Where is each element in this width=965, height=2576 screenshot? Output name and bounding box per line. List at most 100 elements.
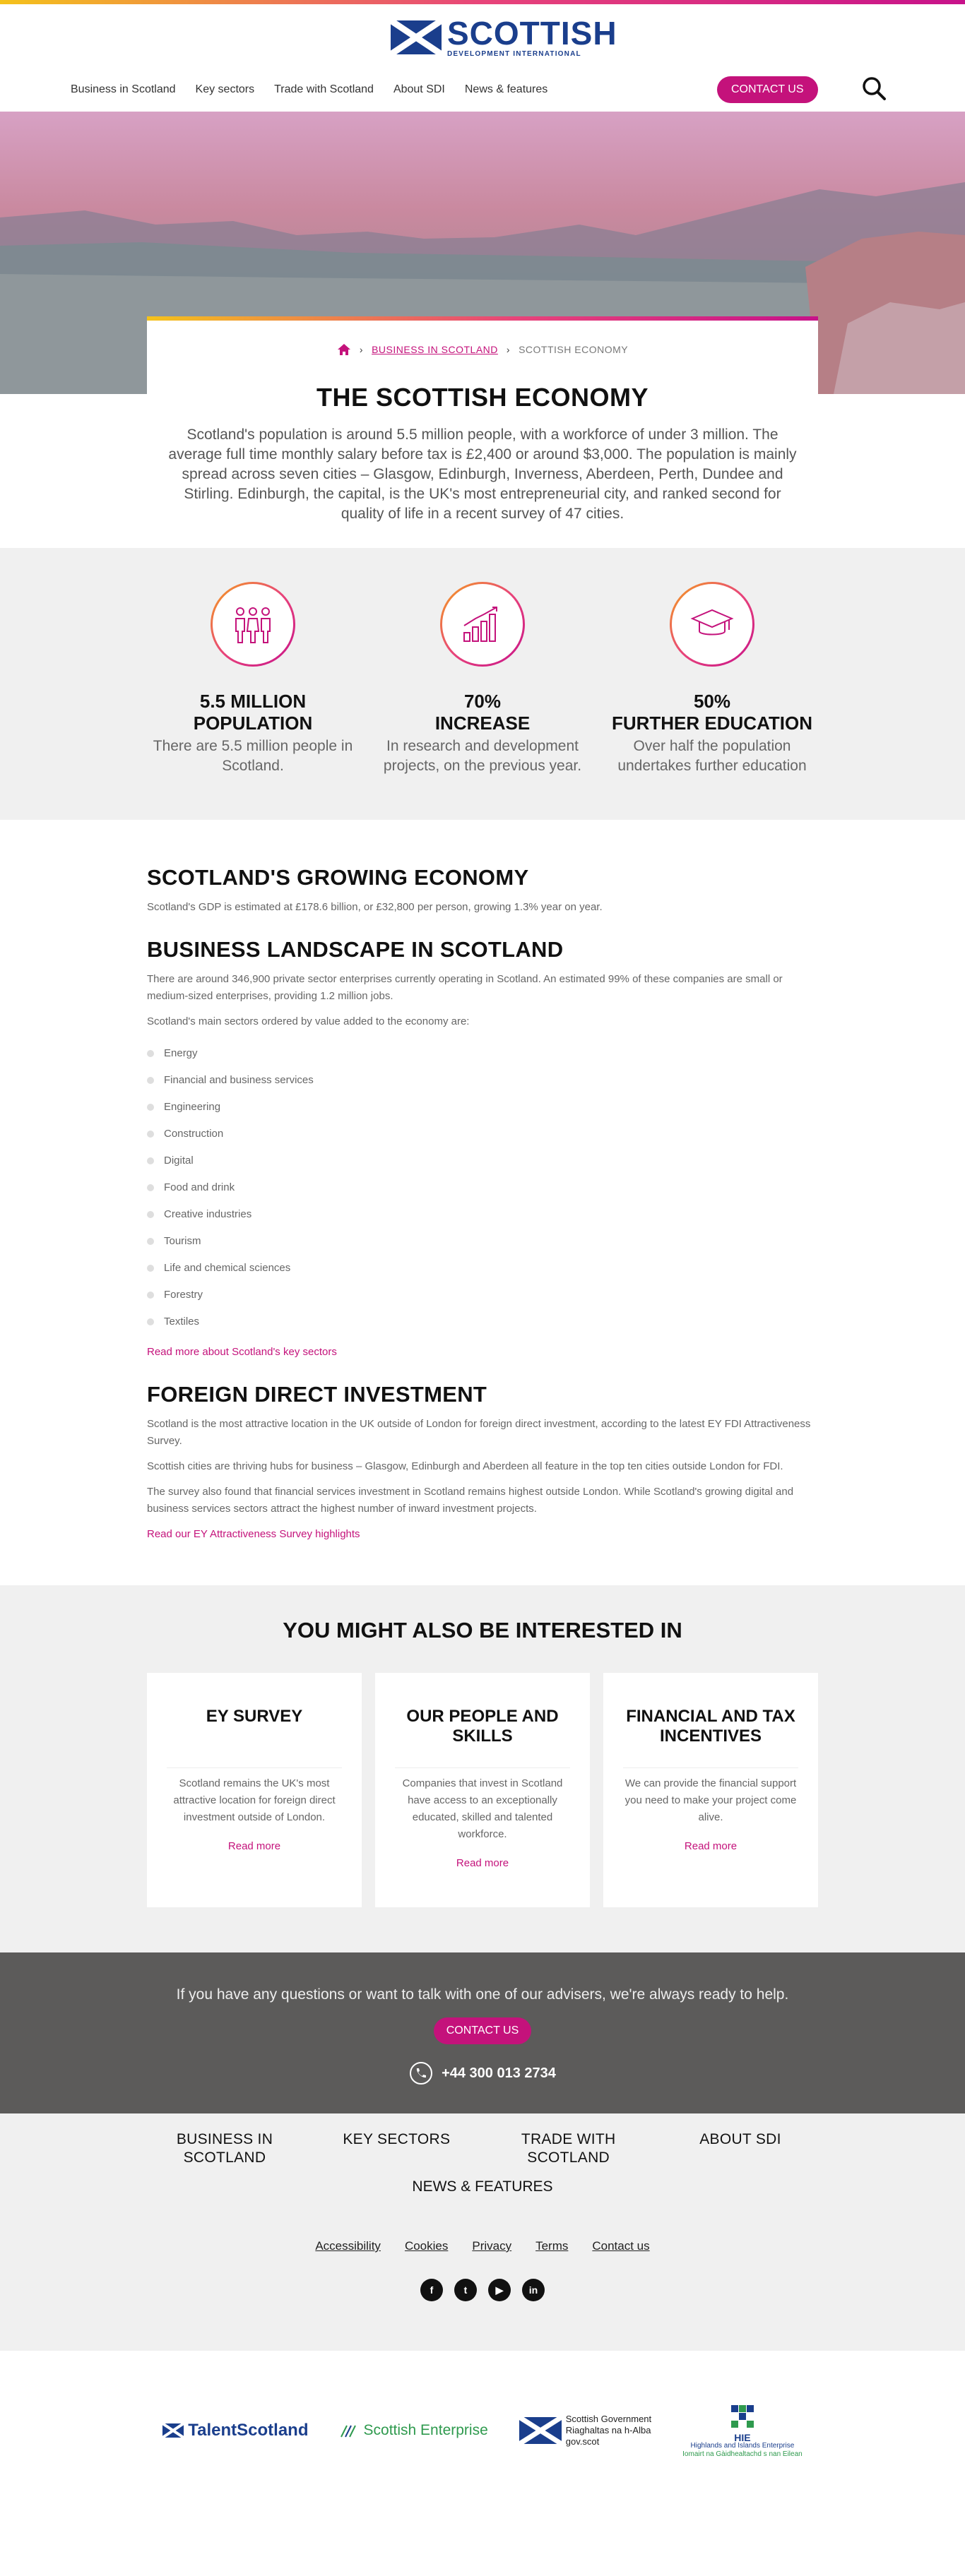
footer-nav-business[interactable]: BUSINESS IN SCOTLAND xyxy=(147,2130,302,2167)
stat-label: INCREASE xyxy=(434,712,531,734)
card-title: EY SURVEY xyxy=(206,1707,303,1726)
related-card-ey-survey[interactable]: EY SURVEY Scotland remains the UK's most… xyxy=(147,1673,362,1907)
site-header: SCOTTISH DEVELOPMENT INTERNATIONAL Busin… xyxy=(0,4,965,112)
fdi-paragraph-3: The survey also found that financial ser… xyxy=(147,1486,794,1515)
related-card-incentives[interactable]: FINANCIAL AND TAX INCENTIVES We can prov… xyxy=(603,1673,818,1907)
stats-section: 5.5 MILLION POPULATION There are 5.5 mil… xyxy=(0,548,965,820)
card-title: OUR PEOPLE AND SKILLS xyxy=(406,1707,559,1746)
related-section: YOU MIGHT ALSO BE INTERESTED IN EY SURVE… xyxy=(0,1585,965,1952)
facebook-icon[interactable]: f xyxy=(420,2279,443,2301)
footer-nav-news[interactable]: NEWS & FEATURES xyxy=(0,2178,965,2195)
main-nav: Business in Scotland Key sectors Trade w… xyxy=(71,83,547,96)
list-item: Textiles xyxy=(147,1308,818,1335)
list-item: Tourism xyxy=(147,1228,818,1255)
key-sectors-link[interactable]: Read more about Scotland's key sectors xyxy=(147,1346,337,1358)
list-item: Digital xyxy=(147,1147,818,1174)
card-text: Scotland remains the UK's most attractiv… xyxy=(173,1777,336,1823)
header-contact-button[interactable]: CONTACT US xyxy=(717,76,818,103)
partner-logos: TalentScotland Scottish Enterprise Scott… xyxy=(0,2351,965,2510)
terms-link[interactable]: Terms xyxy=(535,2239,568,2253)
footer-nav-key-sectors[interactable]: KEY SECTORS xyxy=(319,2130,474,2167)
stat-further-education: 50% FURTHER EDUCATION Over half the popu… xyxy=(606,582,818,776)
page-title: THE SCOTTISH ECONOMY xyxy=(316,383,649,412)
list-item: Financial and business services xyxy=(147,1067,818,1094)
stat-value: 70% xyxy=(463,691,502,712)
sdi-logo[interactable]: SCOTTISH DEVELOPMENT INTERNATIONAL xyxy=(391,17,617,58)
read-more-link[interactable]: Read more xyxy=(167,1840,342,1852)
saltire-flag-icon xyxy=(391,20,442,54)
nav-news-features[interactable]: News & features xyxy=(465,83,547,96)
people-icon xyxy=(235,607,271,643)
cookies-link[interactable]: Cookies xyxy=(405,2239,448,2253)
read-more-link[interactable]: Read more xyxy=(395,1857,570,1869)
fdi-paragraph-2: Scottish cities are thriving hubs for bu… xyxy=(147,1460,783,1472)
youtube-icon[interactable]: ▶ xyxy=(488,2279,511,2301)
stat-value: 5.5 MILLION xyxy=(199,691,307,712)
landscape-text: There are around 346,900 private sector … xyxy=(147,973,783,1002)
phone-line[interactable]: +44 300 013 2734 xyxy=(0,2061,965,2085)
landscape-heading: BUSINESS LANDSCAPE IN SCOTLAND xyxy=(147,937,564,962)
list-item: Construction xyxy=(147,1121,818,1147)
nav-about-sdi[interactable]: About SDI xyxy=(393,83,445,96)
cta-text: If you have any questions or want to tal… xyxy=(176,1986,789,2003)
privacy-link[interactable]: Privacy xyxy=(472,2239,511,2253)
nav-key-sectors[interactable]: Key sectors xyxy=(196,83,255,96)
list-item: Engineering xyxy=(147,1094,818,1121)
home-icon[interactable] xyxy=(337,343,351,356)
card-title: FINANCIAL AND TAX INCENTIVES xyxy=(626,1707,795,1746)
list-item: Forestry xyxy=(147,1282,818,1308)
card-text: We can provide the financial support you… xyxy=(624,1777,797,1823)
search-icon[interactable] xyxy=(861,76,887,101)
list-item: Creative industries xyxy=(147,1201,818,1228)
economy-text: Scotland's GDP is estimated at £178.6 bi… xyxy=(147,901,603,913)
breadcrumb-parent-link[interactable]: BUSINESS IN SCOTLAND xyxy=(372,344,498,355)
chevron-right-icon: › xyxy=(506,344,511,355)
logo-subtitle: DEVELOPMENT INTERNATIONAL xyxy=(447,50,581,58)
social-links: f t ▶ in xyxy=(0,2279,965,2301)
list-item: Energy xyxy=(147,1040,818,1067)
footer-nav-trade[interactable]: TRADE WITH SCOTLAND xyxy=(491,2130,646,2167)
graduation-cap-icon xyxy=(690,609,734,636)
sectors-list: Energy Financial and business services E… xyxy=(147,1040,818,1335)
twitter-icon[interactable]: t xyxy=(454,2279,477,2301)
fdi-paragraph-1: Scotland is the most attractive location… xyxy=(147,1418,811,1447)
saltire-flag-icon xyxy=(519,2417,562,2444)
enterprise-mark-icon xyxy=(340,2425,356,2438)
phone-icon xyxy=(410,2062,433,2085)
logo-wordmark: SCOTTISH xyxy=(447,15,617,52)
related-card-people-skills[interactable]: OUR PEOPLE AND SKILLS Companies that inv… xyxy=(375,1673,590,1907)
read-more-link[interactable]: Read more xyxy=(623,1840,798,1852)
chevron-right-icon: › xyxy=(359,344,364,355)
legal-links: Accessibility Cookies Privacy Terms Cont… xyxy=(0,2239,965,2253)
scottish-government-logo[interactable]: Scottish Government Riaghaltas na h-Alba… xyxy=(519,2414,651,2447)
stat-description: Over half the population undertakes furt… xyxy=(617,738,807,774)
stat-label: FURTHER EDUCATION xyxy=(611,712,813,734)
list-item: Life and chemical sciences xyxy=(147,1255,818,1282)
stat-rnd-increase: 70% INCREASE In research and development… xyxy=(377,582,588,776)
stat-population: 5.5 MILLION POPULATION There are 5.5 mil… xyxy=(147,582,359,776)
nav-trade-with-scotland[interactable]: Trade with Scotland xyxy=(274,83,374,96)
stat-description: In research and development projects, on… xyxy=(383,738,582,774)
growth-chart-icon xyxy=(463,607,497,642)
main-content: SCOTLAND'S GROWING ECONOMY Scotland's GD… xyxy=(147,820,818,1585)
hie-logo[interactable]: HIE Highlands and Islands Enterprise Iom… xyxy=(682,2402,803,2459)
phone-number[interactable]: +44 300 013 2734 xyxy=(442,2065,556,2082)
nav-business-in-scotland[interactable]: Business in Scotland xyxy=(71,83,176,96)
fdi-heading: FOREIGN DIRECT INVESTMENT xyxy=(147,1382,487,1407)
hie-mark-icon xyxy=(730,2405,754,2428)
breadcrumb-current: SCOTTISH ECONOMY xyxy=(519,344,629,355)
scottish-enterprise-logo[interactable]: Scottish Enterprise xyxy=(340,2422,488,2439)
intro-card: › BUSINESS IN SCOTLAND › SCOTTISH ECONOM… xyxy=(147,316,818,548)
accessibility-link[interactable]: Accessibility xyxy=(315,2239,381,2253)
talentscotland-logo[interactable]: TalentScotland xyxy=(162,2421,309,2440)
stat-label: POPULATION xyxy=(193,712,313,734)
list-item: Food and drink xyxy=(147,1174,818,1201)
ey-survey-link[interactable]: Read our EY Attractiveness Survey highli… xyxy=(147,1528,360,1540)
linkedin-icon[interactable]: in xyxy=(522,2279,545,2301)
breadcrumb: › BUSINESS IN SCOTLAND › SCOTTISH ECONOM… xyxy=(168,316,797,356)
saltire-flag-icon xyxy=(162,2423,184,2438)
intro-paragraph: Scotland's population is around 5.5 mill… xyxy=(168,427,797,522)
cta-contact-button[interactable]: CONTACT US xyxy=(433,2017,532,2044)
footer-nav-about[interactable]: ABOUT SDI xyxy=(663,2130,818,2167)
contact-us-link[interactable]: Contact us xyxy=(592,2239,649,2253)
